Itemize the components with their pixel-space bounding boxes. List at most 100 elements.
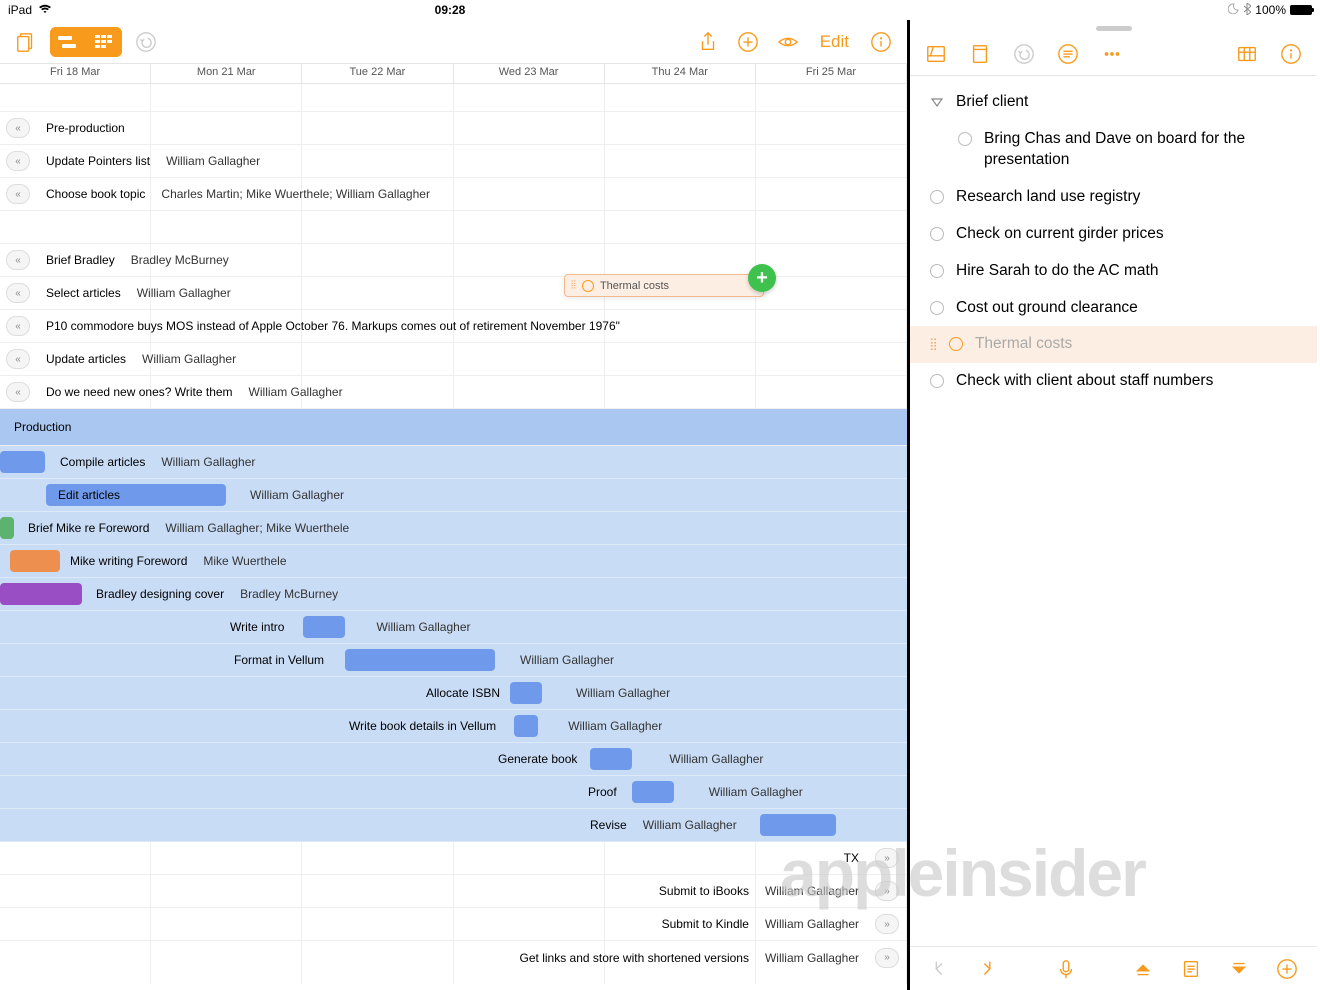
task-label: Allocate ISBN (426, 686, 500, 700)
microphone-icon[interactable] (1050, 953, 1082, 985)
task-row[interactable]: Edit articles William Gallagher (0, 479, 907, 512)
view-icon[interactable] (772, 26, 804, 58)
task-row[interactable]: « Do we need new ones? Write them Willia… (0, 376, 907, 409)
task-row[interactable]: Get links and store with shortened versi… (0, 941, 907, 974)
task-label: Write book details in Vellum (349, 719, 496, 733)
task-label: Compile articles (60, 455, 145, 469)
view-mode-gantt[interactable] (50, 27, 86, 57)
task-bar[interactable] (590, 748, 632, 770)
task-assignee: William Gallagher (142, 352, 236, 366)
task-row[interactable]: Bradley designing cover Bradley McBurney (0, 578, 907, 611)
indent-icon[interactable] (972, 953, 1004, 985)
task-row[interactable]: Generate book William Gallagher (0, 743, 907, 776)
expand-icon[interactable]: » (875, 848, 899, 868)
undo-icon[interactable] (1012, 38, 1036, 70)
production-header-row[interactable]: Production (0, 409, 907, 446)
task-row[interactable]: Brief Mike re Foreword William Gallagher… (0, 512, 907, 545)
status-circle-icon[interactable] (958, 132, 972, 146)
info-icon[interactable] (1279, 38, 1303, 70)
status-circle-icon[interactable] (930, 301, 944, 315)
task-label: P10 commodore buys MOS instead of Apple … (46, 319, 620, 333)
task-bar[interactable]: Edit articles (46, 484, 226, 506)
outline-item[interactable]: Check with client about staff numbers (910, 363, 1317, 400)
note-icon[interactable] (968, 38, 992, 70)
collapse-icon[interactable]: « (6, 316, 30, 336)
status-circle-icon[interactable] (930, 264, 944, 278)
task-bar[interactable] (760, 814, 836, 836)
task-row[interactable]: Write intro William Gallagher (0, 611, 907, 644)
task-row[interactable]: « Update Pointers list William Gallagher (0, 145, 907, 178)
task-row[interactable]: Write book details in Vellum William Gal… (0, 710, 907, 743)
task-bar[interactable] (345, 649, 495, 671)
task-bar[interactable] (303, 616, 345, 638)
collapse-icon[interactable]: « (6, 184, 30, 204)
collapse-icon[interactable]: « (6, 118, 30, 138)
view-mode-segmented[interactable] (50, 27, 122, 57)
task-row[interactable]: Allocate ISBN William Gallagher (0, 677, 907, 710)
status-circle-icon[interactable] (930, 190, 944, 204)
collapse-icon[interactable]: « (6, 250, 30, 270)
share-icon[interactable] (692, 26, 724, 58)
edit-button[interactable]: Edit (820, 32, 849, 52)
task-row[interactable]: « P10 commodore buys MOS instead of Appl… (0, 310, 907, 343)
add-note-icon[interactable] (1175, 953, 1207, 985)
expand-icon[interactable]: » (875, 948, 899, 968)
task-bar[interactable] (514, 715, 538, 737)
gantt-body[interactable]: « Pre-production « Update Pointers list … (0, 84, 907, 984)
drag-handle[interactable] (1096, 26, 1132, 31)
move-down-icon[interactable] (1223, 953, 1255, 985)
task-row[interactable]: Submit to iBooks William Gallagher » (0, 875, 907, 908)
task-row[interactable]: « Pre-production (0, 112, 907, 145)
task-bar[interactable] (0, 517, 14, 539)
battery-icon (1290, 5, 1312, 15)
task-bar[interactable] (10, 550, 60, 572)
undo-icon[interactable] (130, 26, 162, 58)
task-row[interactable]: Format in Vellum William Gallagher (0, 644, 907, 677)
columns-icon[interactable] (1235, 38, 1259, 70)
dragged-task[interactable]: ⦙⦙ Thermal costs (564, 274, 764, 297)
outline-item[interactable]: Hire Sarah to do the AC math (910, 253, 1317, 290)
outline-item-label: Check with client about staff numbers (956, 371, 1303, 392)
outline-item[interactable]: Cost out ground clearance (910, 290, 1317, 327)
more-icon[interactable] (1100, 38, 1124, 70)
view-mode-calendar[interactable] (86, 27, 122, 57)
outline-style-icon[interactable] (1056, 38, 1080, 70)
documents-icon[interactable] (10, 26, 42, 58)
task-assignee: Charles Martin; Mike Wuerthele; William … (161, 187, 430, 201)
add-icon[interactable] (732, 26, 764, 58)
task-bar[interactable] (0, 451, 45, 473)
tx-row[interactable]: TX » (0, 842, 907, 875)
outline-item[interactable]: Bring Chas and Dave on board for the pre… (910, 121, 1317, 179)
status-circle-icon[interactable] (930, 374, 944, 388)
inbox-icon[interactable] (924, 38, 948, 70)
move-up-icon[interactable] (1127, 953, 1159, 985)
outline-parent[interactable]: Brief client (910, 84, 1317, 121)
status-circle-icon[interactable] (930, 227, 944, 241)
status-circle-icon[interactable] (949, 337, 963, 351)
collapse-icon[interactable]: « (6, 151, 30, 171)
expand-icon[interactable]: » (875, 881, 899, 901)
task-bar[interactable] (0, 583, 82, 605)
outline-item[interactable]: Check on current girder prices (910, 216, 1317, 253)
drop-add-icon: + (748, 264, 776, 292)
disclosure-triangle-icon[interactable] (930, 95, 944, 109)
expand-icon[interactable]: » (875, 914, 899, 934)
task-bar[interactable] (632, 781, 674, 803)
task-row[interactable]: « Choose book topic Charles Martin; Mike… (0, 178, 907, 211)
task-row[interactable]: « Update articles William Gallagher (0, 343, 907, 376)
right-bottom-toolbar (910, 946, 1317, 990)
task-row[interactable]: Revise William Gallagher (0, 809, 907, 842)
task-row[interactable]: Compile articles William Gallagher (0, 446, 907, 479)
collapse-icon[interactable]: « (6, 349, 30, 369)
task-bar[interactable] (510, 682, 542, 704)
collapse-icon[interactable]: « (6, 283, 30, 303)
add-circle-icon[interactable] (1271, 953, 1303, 985)
outdent-icon[interactable] (924, 953, 956, 985)
task-row[interactable]: Mike writing Foreword Mike Wuerthele (0, 545, 907, 578)
task-row[interactable]: Proof William Gallagher (0, 776, 907, 809)
task-row[interactable]: Submit to Kindle William Gallagher » (0, 908, 907, 941)
collapse-icon[interactable]: « (6, 382, 30, 402)
outline-item[interactable]: Research land use registry (910, 179, 1317, 216)
outline-item-selected[interactable]: ⦙⦙ Thermal costs (910, 326, 1317, 363)
info-icon[interactable] (865, 26, 897, 58)
